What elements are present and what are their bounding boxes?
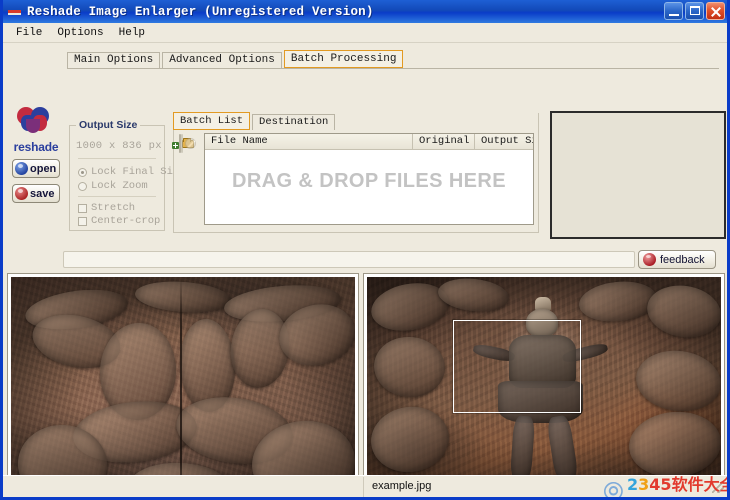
tab-batch-processing[interactable]: Batch Processing [283, 50, 404, 68]
main-tab-strip: Main Options Advanced Options Batch Proc… [67, 50, 405, 68]
open-button[interactable]: open [12, 159, 60, 178]
preview-panes [7, 273, 725, 497]
feedback-icon [643, 253, 656, 266]
tab-strip-divider [67, 68, 719, 69]
sidebar: reshade open save [8, 105, 64, 209]
batch-sub-tab-strip: Batch List Destination [173, 112, 337, 130]
status-filename: example.jpg [363, 476, 439, 497]
resize-grip[interactable] [712, 480, 724, 493]
column-header-original-size[interactable]: Original Size [413, 134, 475, 149]
window-title: Reshade Image Enlarger (Unregistered Ver… [27, 4, 374, 19]
radio-lock-zoom[interactable]: Lock Zoom [78, 180, 148, 192]
tab-main-options[interactable]: Main Options [67, 52, 161, 68]
full-preview-image [367, 277, 721, 497]
batch-toolbar [172, 134, 199, 153]
remove-disabled-icon [185, 138, 196, 149]
radio-lock-final-size[interactable]: Lock Final Size [78, 166, 186, 178]
radio-indicator-icon [78, 167, 87, 177]
menu-item-file[interactable]: File [9, 25, 50, 41]
menu-bar: File Options Help [3, 23, 727, 43]
feedback-button-label: feedback [660, 253, 705, 266]
maximize-button[interactable] [685, 2, 704, 20]
checkbox-center-crop[interactable]: Center-crop [78, 215, 160, 227]
checkbox-stretch[interactable]: Stretch [78, 202, 135, 214]
open-button-label: open [30, 162, 57, 175]
radio-lock-final-size-label: Lock Final Size [91, 166, 186, 178]
divider [78, 158, 156, 159]
output-size-group: Output Size 1000 x 836 px Lock Final Siz… [69, 119, 186, 231]
logo-wordmark: reshade [13, 140, 59, 154]
minimize-icon [669, 14, 679, 16]
drag-drop-hint: DRAG & DROP FILES HERE [231, 170, 506, 192]
maximize-icon [690, 6, 700, 15]
batch-file-list[interactable]: File Name Original Size Output Size DRAG… [204, 133, 534, 225]
batch-processing-panel: File Name Original Size Output Size DRAG… [172, 113, 539, 233]
zoomed-preview-image [11, 277, 355, 497]
application-window: Reshade Image Enlarger (Unregistered Ver… [0, 0, 730, 500]
subtab-batch-list[interactable]: Batch List [173, 112, 251, 130]
save-button-label: save [30, 187, 55, 200]
column-header-file-name[interactable]: File Name [205, 134, 413, 149]
subtab-destination[interactable]: Destination [252, 114, 336, 130]
output-size-value: 1000 x 836 px [76, 140, 162, 152]
reshade-logo-icon [7, 4, 23, 20]
remove-file-button[interactable] [181, 134, 196, 153]
checkbox-center-crop-label: Center-crop [91, 215, 161, 227]
client-area: Main Options Advanced Options Batch Proc… [3, 43, 727, 497]
reshade-logo-icon [13, 105, 59, 139]
checkbox-icon [78, 216, 87, 226]
divider [78, 196, 156, 197]
progress-bar [63, 251, 635, 268]
selection-rectangle[interactable] [453, 319, 581, 413]
file-list-header: File Name Original Size Output Size [205, 134, 533, 150]
title-bar: Reshade Image Enlarger (Unregistered Ver… [3, 0, 727, 23]
empty-preview-box[interactable] [550, 111, 726, 239]
minimize-button[interactable] [664, 2, 683, 20]
status-bar: example.jpg [3, 475, 727, 497]
radio-indicator-icon [78, 181, 87, 191]
window-controls [664, 2, 725, 20]
full-preview-pane[interactable] [363, 273, 725, 497]
radio-lock-zoom-label: Lock Zoom [91, 180, 148, 192]
menu-item-help[interactable]: Help [112, 25, 153, 41]
column-header-output-size[interactable]: Output Size [475, 134, 533, 149]
tab-advanced-options[interactable]: Advanced Options [162, 52, 282, 68]
open-circle-icon [15, 162, 28, 175]
save-button[interactable]: save [12, 184, 60, 203]
feedback-button[interactable]: feedback [638, 250, 716, 269]
close-button[interactable] [706, 2, 725, 20]
zoomed-preview-pane[interactable] [7, 273, 359, 497]
save-circle-icon [15, 187, 28, 200]
checkbox-icon [78, 203, 87, 213]
menu-item-options[interactable]: Options [50, 25, 111, 41]
output-size-title: Output Size [76, 119, 141, 131]
checkbox-stretch-label: Stretch [91, 202, 136, 214]
